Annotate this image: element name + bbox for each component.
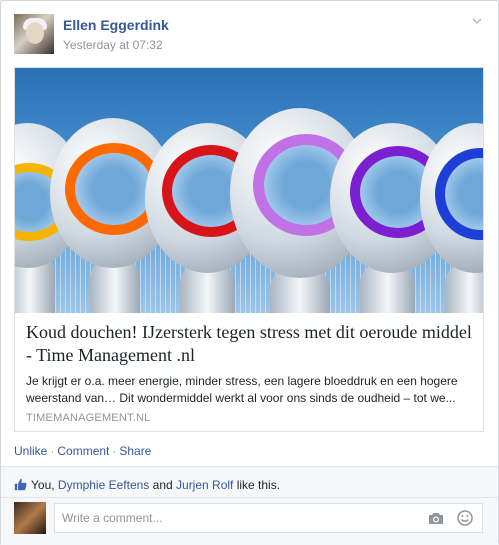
camera-icon[interactable] <box>428 512 444 525</box>
comment-composer[interactable] <box>54 503 483 533</box>
action-separator: · <box>112 444 117 458</box>
liker-link-2[interactable]: Jurjen Rolf <box>176 478 233 492</box>
likes-summary: You, Dymphie Eeftens and Jurjen Rolf lik… <box>14 478 280 492</box>
smiley-icon[interactable] <box>457 510 473 526</box>
unlike-button[interactable]: Unlike <box>14 444 47 458</box>
feedback-section: You, Dymphie Eeftens and Jurjen Rolf lik… <box>1 466 498 545</box>
post-card: Ellen Eggerdink Yesterday at 07:32 Koud … <box>0 0 499 545</box>
liker-link-1[interactable]: Dymphie Eeftens <box>58 478 149 492</box>
comment-input[interactable] <box>55 504 429 532</box>
link-preview[interactable]: Koud douchen! IJzersterk tegen stress me… <box>14 67 484 432</box>
post-actions: Unlike · Comment · Share <box>14 444 151 458</box>
action-separator: · <box>50 444 55 458</box>
post-timestamp[interactable]: Yesterday at 07:32 <box>63 38 163 52</box>
link-domain: TIMEMANAGEMENT.NL <box>26 412 151 424</box>
link-description: Je krijgt er o.a. meer energie, minder s… <box>26 374 458 405</box>
shower-heads-image[interactable] <box>15 68 483 313</box>
divider <box>1 497 498 498</box>
current-user-avatar <box>14 502 46 534</box>
likes-suffix: like this. <box>233 478 281 492</box>
chevron-down-icon[interactable] <box>470 14 484 28</box>
link-title[interactable]: Koud douchen! IJzersterk tegen stress me… <box>26 321 476 367</box>
post-header: Ellen Eggerdink Yesterday at 07:32 <box>14 14 484 56</box>
share-button[interactable]: Share <box>119 444 151 458</box>
comment-button[interactable]: Comment <box>57 444 109 458</box>
author-name[interactable]: Ellen Eggerdink <box>63 17 169 33</box>
avatar-face <box>26 22 44 44</box>
thumbs-up-icon <box>14 478 27 491</box>
likes-prefix: You, <box>31 478 58 492</box>
likes-conjunction: and <box>149 478 177 492</box>
author-avatar[interactable] <box>14 14 54 54</box>
